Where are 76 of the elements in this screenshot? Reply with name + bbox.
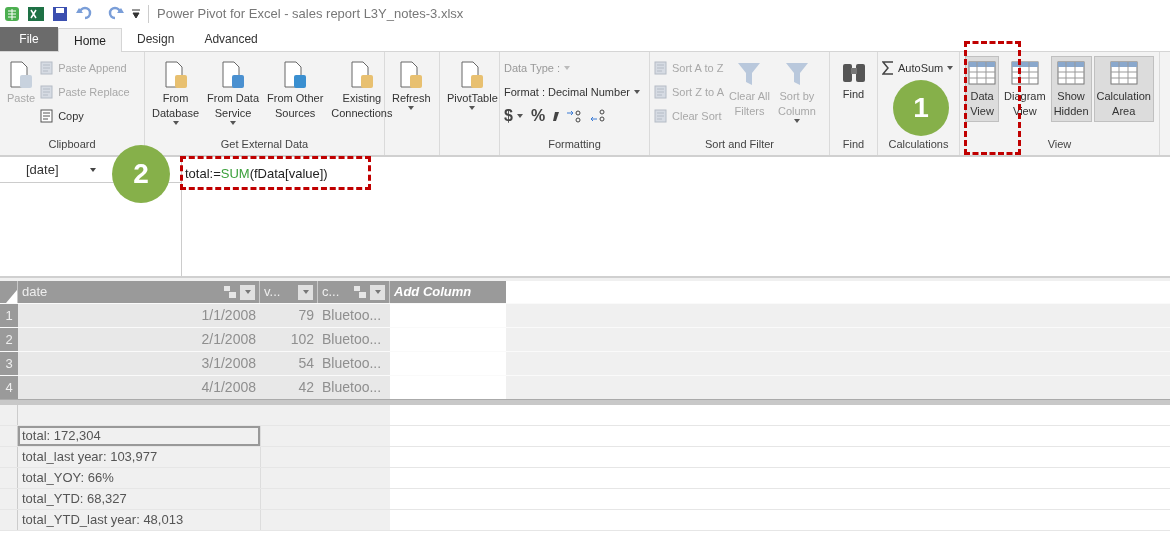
- caret-icon: [408, 106, 415, 110]
- filter-dropdown-icon[interactable]: [298, 284, 313, 300]
- caret-icon: [230, 121, 237, 125]
- caret-icon: [947, 66, 954, 70]
- table-cell: 42: [260, 376, 318, 399]
- format-button[interactable]: %: [530, 104, 546, 128]
- table-cell: 54: [260, 352, 318, 375]
- caret-icon: [633, 90, 640, 94]
- comma-style-icon: [553, 111, 560, 121]
- group-label: Calculations: [887, 137, 950, 152]
- caret-icon: [564, 66, 571, 70]
- filter-dropdown-icon[interactable]: [240, 284, 255, 300]
- measure-cell[interactable]: total_last year: 103,977: [18, 447, 260, 467]
- filter-icon: [736, 61, 763, 87]
- customize-menu-icon[interactable]: [132, 9, 140, 19]
- caret-icon: [469, 106, 476, 110]
- ribbon-button[interactable]: From Database: [149, 56, 203, 128]
- table-cell: Bluetoo...: [318, 304, 390, 327]
- row-number: 2: [0, 328, 18, 351]
- measure-cell[interactable]: total_YOY: 66%: [18, 468, 260, 488]
- table-cell: 79: [260, 304, 318, 327]
- relationship-icon: [224, 286, 236, 298]
- view-toggle-button[interactable]: Show Hidden: [1050, 56, 1092, 122]
- group-label: Find: [841, 137, 866, 152]
- binoculars-icon: [840, 61, 867, 85]
- caret-icon: [793, 119, 800, 123]
- save-icon[interactable]: [52, 6, 68, 22]
- caret-icon: [516, 114, 523, 118]
- measure-cell[interactable]: total_YTD_last year: 48,013: [18, 510, 260, 530]
- view-toggle-button[interactable]: Data View: [965, 56, 1000, 122]
- table-cell: 4/1/2008: [18, 376, 260, 399]
- app-logo-icon: [4, 6, 20, 22]
- name-box[interactable]: [date]: [0, 157, 104, 182]
- format-button[interactable]: $: [504, 104, 523, 128]
- group-label: Formatting: [547, 137, 602, 152]
- table-cell: 1/1/2008: [18, 304, 260, 327]
- caret-icon: [90, 167, 96, 172]
- table-cell: Bluetoo...: [318, 328, 390, 351]
- ribbon-button[interactable]: From Other Sources: [264, 56, 327, 124]
- ribbon-button[interactable]: PivotTable: [444, 56, 501, 113]
- grid-view-icon: [968, 61, 997, 87]
- ribbon-button[interactable]: Find: [837, 56, 870, 105]
- table-cell: Bluetoo...: [318, 352, 390, 375]
- row-number: 4: [0, 376, 18, 399]
- ribbon-tab[interactable]: Home: [58, 28, 122, 52]
- callout-badge: 2: [112, 145, 170, 203]
- row-number: 1: [0, 304, 18, 327]
- view-toggle-button[interactable]: Calculation Area: [1093, 56, 1154, 122]
- row-number: 3: [0, 352, 18, 375]
- sigma-icon: [882, 61, 894, 75]
- window-title: Power Pivot for Excel - sales report L3Y_notes-3.xlsx: [157, 5, 464, 24]
- ribbon-button[interactable]: From Data Service: [204, 56, 263, 128]
- table-cell: 2/1/2008: [18, 328, 260, 351]
- ribbon-button[interactable]: Copy: [40, 104, 130, 128]
- decrease-decimal-icon: [591, 109, 608, 123]
- table-cell: Bluetoo...: [318, 376, 390, 399]
- table-cell: 3/1/2008: [18, 352, 260, 375]
- ribbon-tab[interactable]: Advanced: [189, 27, 273, 51]
- group-label: Get External Data: [219, 137, 310, 152]
- group-label: Sort and Filter: [703, 137, 776, 152]
- caret-icon: [172, 121, 179, 125]
- ribbon-tab[interactable]: Design: [122, 27, 190, 51]
- ribbon-button[interactable]: AutoSum: [882, 56, 954, 80]
- group-label: View: [1046, 137, 1073, 152]
- relationship-icon: [354, 286, 366, 298]
- filter-dropdown-icon[interactable]: [370, 284, 385, 300]
- measure-cell[interactable]: total_YTD: 68,327: [18, 489, 260, 509]
- formula-text[interactable]: total:=SUM(fData[value]): [185, 164, 328, 184]
- spreadsheet-icon: [28, 6, 44, 22]
- select-all-corner[interactable]: [0, 281, 18, 303]
- ribbon-tab[interactable]: File: [0, 27, 58, 51]
- format-dropdown[interactable]: Format : Decimal Number: [504, 80, 640, 104]
- measure-cell[interactable]: total: 172,304: [18, 426, 260, 446]
- group-label: Clipboard: [47, 137, 97, 152]
- increase-decimal-icon: [567, 109, 584, 123]
- table-cell: 102: [260, 328, 318, 351]
